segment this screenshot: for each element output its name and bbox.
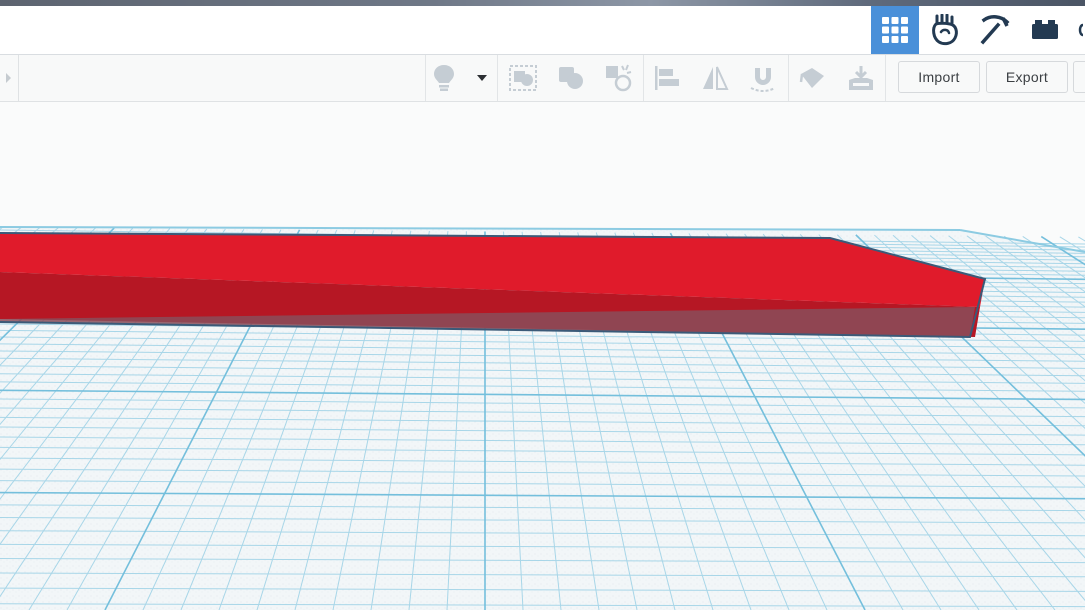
notes-button[interactable] [428,62,460,94]
red-box-shape[interactable] [0,232,987,339]
workplane-scene [0,102,1085,611]
import-tray-icon [849,66,873,90]
toolbar-divider [497,55,498,101]
view-tabs [869,6,1085,54]
align-button[interactable] [651,62,683,94]
ungroup-icon [559,67,583,89]
tab-overflow[interactable] [1071,6,1085,54]
drop-button[interactable] [845,62,877,94]
cruise-button[interactable] [747,62,779,94]
tab-3d-design[interactable] [871,6,919,54]
import-button[interactable]: Import [898,61,980,93]
magnet-icon [750,68,776,92]
notes-dropdown-button[interactable] [467,62,497,94]
top-bar [0,6,1085,55]
toolbar-divider [788,55,789,101]
hole-icon [606,64,632,92]
workplane-canvas[interactable] [0,102,1085,611]
pickaxe-icon [980,15,1010,45]
brick-icon [1032,20,1058,39]
toolbar-divider [425,55,426,101]
toolbar: Import Export [0,55,1085,102]
hole-button[interactable] [603,62,635,94]
ungroup-button[interactable] [555,62,587,94]
mirror-button[interactable] [699,62,731,94]
lightbulb-icon [434,65,454,91]
caret-down-icon [477,75,487,81]
partial-icon [1078,23,1084,37]
group-button[interactable] [507,62,539,94]
grid-icon [882,17,908,43]
send-to-button[interactable] [1073,61,1085,93]
toolbar-divider [643,55,644,101]
hand-icon [932,14,958,46]
paint-button[interactable] [797,62,829,94]
align-icon [655,66,679,90]
group-icon [509,65,537,91]
export-button[interactable]: Export [986,61,1068,93]
tab-minecraft[interactable] [971,6,1019,54]
paint-icon [799,68,824,88]
tab-lego[interactable] [1021,6,1069,54]
tab-codeblocks[interactable] [921,6,969,54]
toolbar-divider [885,55,886,101]
mirror-icon [703,66,729,90]
toolbar-left-panel[interactable] [0,55,19,101]
chevron-right-icon [6,73,11,83]
